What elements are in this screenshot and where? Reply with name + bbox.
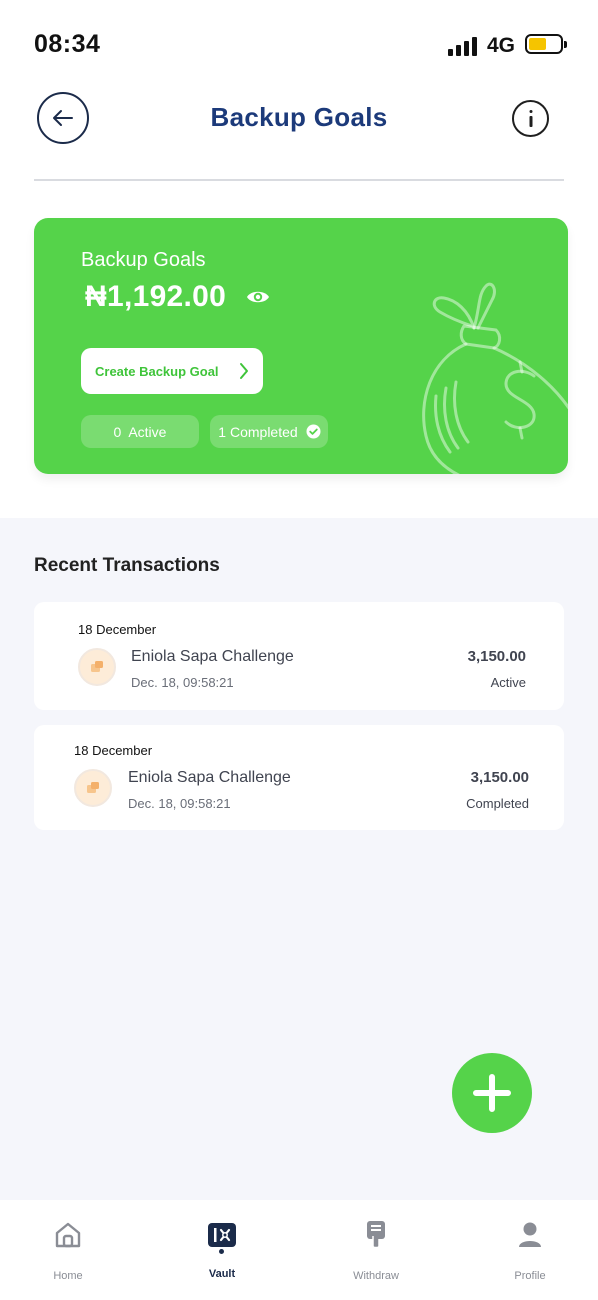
transaction-amount: 3,150.00	[467, 648, 526, 665]
transaction-time: Dec. 18, 09:58:21	[128, 796, 231, 811]
status-bar: 08:34 4G	[0, 0, 598, 80]
vault-icon	[208, 1223, 236, 1247]
create-backup-goal-button[interactable]: Create Backup Goal	[81, 348, 263, 394]
nav-label: Vault	[208, 1268, 236, 1280]
transaction-status: Completed	[466, 796, 529, 811]
profile-icon	[519, 1222, 541, 1247]
nav-label: Withdraw	[353, 1270, 399, 1282]
chevron-right-icon	[240, 363, 248, 379]
check-circle-icon	[306, 424, 321, 439]
nav-profile[interactable]: Profile	[480, 1218, 580, 1282]
add-goal-fab[interactable]	[452, 1053, 532, 1133]
recent-transactions-title: Recent Transactions	[34, 555, 220, 576]
transaction-date: 18 December	[74, 743, 153, 758]
transaction-amount: 3,150.00	[470, 769, 529, 786]
page-title: Backup Goals	[210, 102, 388, 132]
nav-label: Profile	[514, 1270, 546, 1282]
active-goals-label: 0 Active	[113, 423, 167, 440]
header-divider	[34, 179, 564, 181]
active-indicator	[219, 1249, 224, 1254]
create-backup-goal-label: Create Backup Goal	[95, 363, 219, 379]
savings-icon	[78, 648, 116, 686]
network-label: 4G	[487, 34, 516, 57]
battery-icon	[525, 34, 567, 54]
info-icon	[529, 109, 532, 127]
completed-goals-pill[interactable]: 1 Completed	[210, 415, 328, 448]
nav-vault[interactable]: Vault	[172, 1218, 272, 1280]
transaction-status: Active	[490, 675, 526, 690]
nav-withdraw[interactable]: Withdraw	[326, 1218, 426, 1282]
backup-goals-card: Backup Goals ₦1,192.00 Create Backup Goa…	[34, 218, 568, 474]
transaction-card[interactable]: 18 December Eniola Sapa Challenge Dec. 1…	[34, 725, 564, 830]
home-icon	[55, 1222, 81, 1248]
bottom-navigation: Home Vault Withdraw Profile	[0, 1200, 598, 1300]
transaction-name: Eniola Sapa Challenge	[131, 648, 294, 665]
nav-home[interactable]: Home	[18, 1218, 118, 1282]
goal-balance: ₦1,192.00	[85, 280, 227, 313]
goal-card-label: Backup Goals	[81, 249, 206, 271]
eye-icon[interactable]	[246, 288, 270, 306]
transaction-date: 18 December	[78, 622, 157, 637]
withdraw-icon	[367, 1221, 385, 1249]
nav-label: Home	[53, 1270, 83, 1282]
plus-icon	[473, 1074, 511, 1112]
active-goals-pill[interactable]: 0 Active	[81, 415, 199, 448]
transaction-time: Dec. 18, 09:58:21	[131, 675, 234, 690]
status-time: 08:34	[34, 30, 101, 58]
transaction-name: Eniola Sapa Challenge	[128, 769, 291, 786]
money-bag-icon	[422, 282, 568, 474]
savings-icon	[74, 769, 112, 807]
signal-icon	[448, 36, 480, 56]
info-button[interactable]	[512, 100, 549, 137]
transaction-card[interactable]: 18 December Eniola Sapa Challenge Dec. 1…	[34, 602, 564, 710]
completed-goals-label: 1 Completed	[218, 423, 298, 440]
